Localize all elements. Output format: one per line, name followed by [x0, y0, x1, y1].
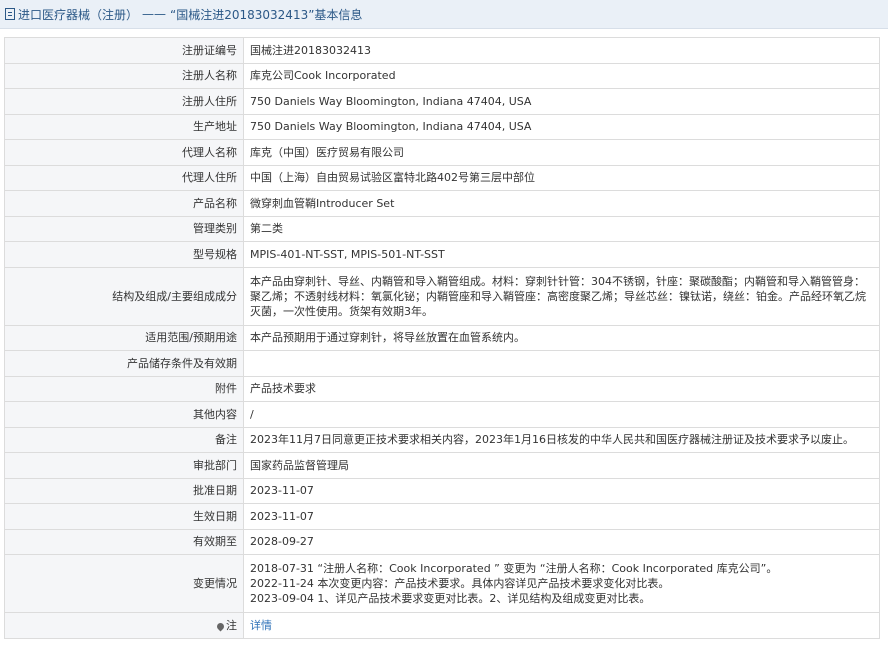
- row-value: 库克公司Cook Incorporated: [243, 62, 880, 89]
- header-title: “国械注进20183032413”基本信息: [170, 7, 363, 22]
- row-label: 注册人住所: [4, 88, 244, 115]
- row-value: 产品技术要求: [243, 375, 880, 402]
- row-label: 产品名称: [4, 190, 244, 217]
- row-value: 本产品由穿刺针、导丝、内鞘管和导入鞘管组成。材料：穿刺针针管：304不锈钢，针座…: [243, 266, 880, 326]
- row-value: 国家药品监督管理局: [243, 452, 880, 479]
- row-value: 中国（上海）自由贸易试验区富特北路402号第三层中部位: [243, 164, 880, 191]
- row-label: 其他内容: [4, 401, 244, 428]
- table-row: 管理类别 第二类: [4, 215, 880, 242]
- row-label: 代理人住所: [4, 164, 244, 191]
- row-label: 结构及组成/主要组成成分: [4, 266, 244, 326]
- table-row: 代理人名称 库克（中国）医疗贸易有限公司: [4, 139, 880, 166]
- row-label: 型号规格: [4, 241, 244, 268]
- row-value: 2023-11-07: [243, 503, 880, 530]
- change-list: 2018-07-31 “注册人名称：Cook Incorporated ” 变更…: [243, 554, 880, 613]
- table-row: 附件 产品技术要求: [4, 375, 880, 402]
- note-value: 详情: [243, 612, 880, 639]
- table-row: 生产地址 750 Daniels Way Bloomington, Indiana…: [4, 113, 880, 140]
- row-label: 变更情况: [4, 554, 244, 613]
- table-row: 结构及组成/主要组成成分 本产品由穿刺针、导丝、内鞘管和导入鞘管组成。材料：穿刺针…: [4, 266, 880, 326]
- row-label: 适用范围/预期用途: [4, 324, 244, 351]
- row-value: 本产品预期用于通过穿刺针，将导丝放置在血管系统内。: [243, 324, 880, 351]
- row-value: MPIS-401-NT-SST, MPIS-501-NT-SST: [243, 241, 880, 268]
- table-row: 产品储存条件及有效期: [4, 350, 880, 377]
- row-value: 750 Daniels Way Bloomington, Indiana 474…: [243, 113, 880, 140]
- table-row: 适用范围/预期用途 本产品预期用于通过穿刺针，将导丝放置在血管系统内。: [4, 324, 880, 351]
- row-label: 代理人名称: [4, 139, 244, 166]
- row-value: 国械注进20183032413: [243, 37, 880, 64]
- row-label: 管理类别: [4, 215, 244, 242]
- row-label: 有效期至: [4, 528, 244, 555]
- row-value: 2023年11月7日同意更正技术要求相关内容，2023年1月16日核发的中华人民…: [243, 426, 880, 453]
- row-label: 产品储存条件及有效期: [4, 350, 244, 377]
- change-entry: 2022-11-24 本次变更内容：产品技术要求。具体内容详见产品技术要求变化对…: [250, 577, 670, 590]
- row-label: 附件: [4, 375, 244, 402]
- detail-table: 注册证编号 国械注进20183032413 注册人名称 库克公司Cook Incorp…: [4, 37, 880, 639]
- document-icon: [5, 8, 15, 20]
- table-row-note: 注详情: [4, 612, 880, 639]
- table-row: 型号规格 MPIS-401-NT-SST, MPIS-501-NT-SST: [4, 241, 880, 268]
- table-row: 有效期至 2028-09-27: [4, 528, 880, 555]
- details-link[interactable]: 详情: [250, 619, 272, 632]
- table-row: 代理人住所 中国（上海）自由贸易试验区富特北路402号第三层中部位: [4, 164, 880, 191]
- row-value: 750 Daniels Way Bloomington, Indiana 474…: [243, 88, 880, 115]
- row-label: 生效日期: [4, 503, 244, 530]
- row-value: [243, 350, 880, 377]
- header-prefix: 进口医疗器械（注册）: [18, 7, 139, 22]
- table-row: 注册证编号 国械注进20183032413: [4, 37, 880, 64]
- row-label: 审批部门: [4, 452, 244, 479]
- change-entry: 2018-07-31 “注册人名称：Cook Incorporated ” 变更…: [250, 562, 778, 575]
- change-entry: 2023-09-04 1、详见产品技术要求变更对比表。2、详见结构及组成变更对比…: [250, 592, 651, 605]
- row-value: 2023-11-07: [243, 477, 880, 504]
- pin-icon: [215, 621, 226, 632]
- table-row: 备注 2023年11月7日同意更正技术要求相关内容，2023年1月16日核发的中华…: [4, 426, 880, 453]
- row-value: 2028-09-27: [243, 528, 880, 555]
- row-value: 第二类: [243, 215, 880, 242]
- row-value: /: [243, 401, 880, 428]
- row-label: 注册证编号: [4, 37, 244, 64]
- table-row: 生效日期 2023-11-07: [4, 503, 880, 530]
- row-label: 注册人名称: [4, 62, 244, 89]
- table-row: 其他内容 /: [4, 401, 880, 428]
- page-header: 进口医疗器械（注册） —— “国械注进20183032413”基本信息: [0, 0, 888, 29]
- row-value: 库克（中国）医疗贸易有限公司: [243, 139, 880, 166]
- table-row-change: 变更情况 2018-07-31 “注册人名称：Cook Incorporated …: [4, 554, 880, 613]
- row-label: 备注: [4, 426, 244, 453]
- row-label: 生产地址: [4, 113, 244, 140]
- row-value: 微穿刺血管鞘Introducer Set: [243, 190, 880, 217]
- row-label: 批准日期: [4, 477, 244, 504]
- header-separator: ——: [142, 7, 167, 21]
- table-row: 产品名称 微穿刺血管鞘Introducer Set: [4, 190, 880, 217]
- table-row: 批准日期 2023-11-07: [4, 477, 880, 504]
- note-label-cell: 注: [4, 612, 244, 639]
- table-row: 注册人住所 750 Daniels Way Bloomington, Indian…: [4, 88, 880, 115]
- table-row: 注册人名称 库克公司Cook Incorporated: [4, 62, 880, 89]
- table-row: 审批部门 国家药品监督管理局: [4, 452, 880, 479]
- note-label: 注: [226, 618, 237, 632]
